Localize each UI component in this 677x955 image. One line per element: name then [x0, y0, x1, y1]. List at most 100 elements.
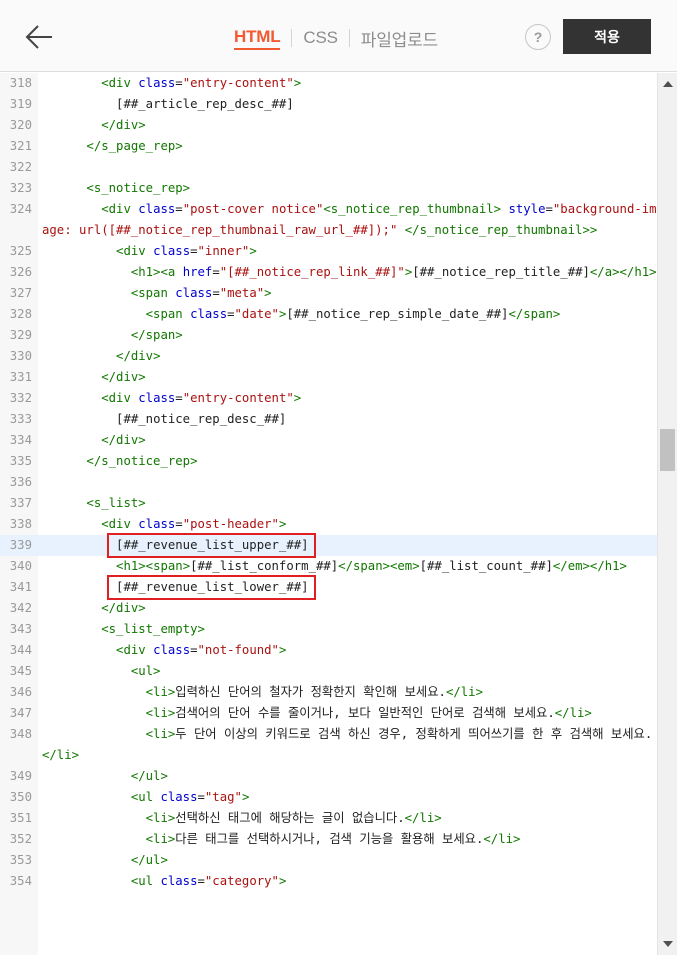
line-text: <div class="post-cover notice"<s_notice_…	[42, 199, 657, 241]
code-token: </h1>	[589, 559, 627, 573]
code-token: "date"	[234, 307, 279, 321]
code-line[interactable]: 322	[0, 157, 657, 178]
code-token: [##_notice_rep_title_##]	[412, 265, 590, 279]
code-line[interactable]: 319 [##_article_rep_desc_##]	[0, 94, 657, 115]
line-text: <h1><a href="[##_notice_rep_link_##]">[#…	[42, 262, 657, 283]
code-token: <li>	[145, 832, 176, 846]
code-line[interactable]: 325 <div class="inner">	[0, 241, 657, 262]
line-text: <div class="post-header">	[42, 514, 657, 535]
line-text: <h1><span>[##_list_conform_##]</span><em…	[42, 556, 657, 577]
code-token: <li>	[145, 727, 176, 741]
line-text: </s_page_rep>	[42, 136, 657, 157]
code-token: "entry-content"	[182, 76, 294, 90]
tab-file-upload[interactable]: 파일업로드	[361, 26, 438, 51]
code-line[interactable]: 349 </ul>	[0, 766, 657, 787]
line-number: 330	[9, 349, 32, 363]
line-number: 335	[9, 454, 32, 468]
code-line[interactable]: 341 [##_revenue_list_lower_##]	[0, 575, 657, 600]
line-text: </s_notice_rep>	[42, 451, 657, 472]
code-line[interactable]: 343 <s_list_empty>	[0, 619, 657, 640]
code-line[interactable]: 346 <li>입력하신 단어의 철자가 정확한지 확인해 보세요.</li>	[0, 682, 657, 703]
code-token: class	[175, 286, 213, 300]
code-line[interactable]: 342 </div>	[0, 598, 657, 619]
line-number: 320	[9, 118, 32, 132]
code-token: </div>	[101, 118, 146, 132]
code-line[interactable]: 338 <div class="post-header">	[0, 514, 657, 535]
code-line[interactable]: 345 <ul>	[0, 661, 657, 682]
scroll-down-arrow-icon[interactable]	[663, 941, 673, 947]
code-line[interactable]: 320 </div>	[0, 115, 657, 136]
code-line[interactable]: 332 <div class="entry-content">	[0, 388, 657, 409]
code-line[interactable]: 352 <li>다른 태그를 선택하시거나, 검색 기능을 활용해 보세요.</…	[0, 829, 657, 850]
code-token: <span	[130, 286, 168, 300]
tab-css[interactable]: CSS	[303, 28, 338, 48]
code-line[interactable]: 350 <ul class="tag">	[0, 787, 657, 808]
code-token: 다른 태그를 선택하시거나, 검색 기능을 활용해 보세요.	[175, 832, 484, 846]
apply-button[interactable]: 적용	[563, 19, 651, 54]
scroll-thumb[interactable]	[660, 429, 675, 471]
code-line[interactable]: 331 </div>	[0, 367, 657, 388]
line-number: 331	[9, 370, 32, 384]
line-number: 341	[9, 580, 32, 594]
code-line[interactable]: 330 </div>	[0, 346, 657, 367]
line-text: [##_revenue_list_lower_##]	[42, 577, 657, 598]
code-token: </div>	[101, 601, 146, 615]
code-token: </span>	[130, 328, 183, 342]
code-line[interactable]: 339 [##_revenue_list_upper_##]	[0, 533, 657, 558]
line-text: [##_article_rep_desc_##]	[42, 94, 657, 115]
line-number: 318	[9, 76, 32, 90]
code-token: href	[182, 265, 213, 279]
code-token: =	[227, 307, 235, 321]
code-line[interactable]: 323 <s_notice_rep>	[0, 178, 657, 199]
scroll-up-arrow-icon[interactable]	[663, 81, 673, 87]
code-line[interactable]: 336	[0, 472, 657, 493]
code-token: <div	[101, 391, 131, 405]
code-token: <h1>	[116, 559, 146, 573]
line-number: 329	[9, 328, 32, 342]
line-text: <div class="entry-content">	[42, 73, 657, 94]
code-token: </div>	[116, 349, 161, 363]
code-token: </div>	[101, 433, 146, 447]
code-line[interactable]: 335 </s_notice_rep>	[0, 451, 657, 472]
code-token: "meta"	[219, 286, 265, 300]
code-token: <ul>	[130, 664, 161, 678]
code-line[interactable]: 351 <li>선택하신 태그에 해당하는 글이 없습니다.</li>	[0, 808, 657, 829]
code-line[interactable]: 333 [##_notice_rep_desc_##]	[0, 409, 657, 430]
line-text: <li>다른 태그를 선택하시거나, 검색 기능을 활용해 보세요.</li>	[42, 829, 657, 850]
code-line[interactable]: 348 <li>두 단어 이상의 키워드로 검색 하신 경우, 정확하게 띄어쓰…	[0, 724, 657, 766]
code-token: "inner"	[197, 244, 250, 258]
code-token: >	[293, 391, 302, 405]
code-line[interactable]: 328 <span class="date">[##_notice_rep_si…	[0, 304, 657, 325]
back-button[interactable]	[22, 20, 56, 54]
line-text: <s_notice_rep>	[42, 178, 657, 199]
code-token: <s_list>	[86, 496, 146, 510]
help-icon[interactable]: ?	[525, 24, 551, 50]
line-text: <li>선택하신 태그에 해당하는 글이 없습니다.</li>	[42, 808, 657, 829]
code-line[interactable]: 329 </span>	[0, 325, 657, 346]
line-text: <ul class="category">	[42, 871, 657, 892]
line-text	[42, 472, 657, 493]
code-line[interactable]: 324 <div class="post-cover notice"<s_not…	[0, 199, 657, 241]
code-line[interactable]: 344 <div class="not-found">	[0, 640, 657, 661]
line-number: 334	[9, 433, 32, 447]
code-line[interactable]: 334 </div>	[0, 430, 657, 451]
line-number: 322	[9, 160, 32, 174]
code-line[interactable]: 327 <span class="meta">	[0, 283, 657, 304]
code-line[interactable]: 353 </ul>	[0, 850, 657, 871]
code-line[interactable]: 321 </s_page_rep>	[0, 136, 657, 157]
tab-html[interactable]: HTML	[234, 27, 281, 50]
code-line[interactable]: 340 <h1><span>[##_list_conform_##]</span…	[0, 556, 657, 577]
code-line[interactable]: 318 <div class="entry-content">	[0, 73, 657, 94]
editor-scrollbar[interactable]	[657, 73, 677, 955]
arrow-left-icon	[25, 25, 52, 49]
line-text: <div class="entry-content">	[42, 388, 657, 409]
code-token: "entry-content"	[182, 391, 294, 405]
code-editor[interactable]: 318 <div class="entry-content"> 319 [##_a…	[0, 73, 657, 955]
code-line[interactable]: 347 <li>검색어의 단어 수를 줄이거나, 보다 일반적인 단어로 검색해…	[0, 703, 657, 724]
code-line[interactable]: 354 <ul class="category">	[0, 871, 657, 892]
code-line[interactable]: 337 <s_list>	[0, 493, 657, 514]
code-token: </li>	[404, 811, 442, 825]
code-token: "[##_notice_rep_link_##]"	[219, 265, 405, 279]
code-line[interactable]: 326 <h1><a href="[##_notice_rep_link_##]…	[0, 262, 657, 283]
line-number: 325	[9, 244, 32, 258]
